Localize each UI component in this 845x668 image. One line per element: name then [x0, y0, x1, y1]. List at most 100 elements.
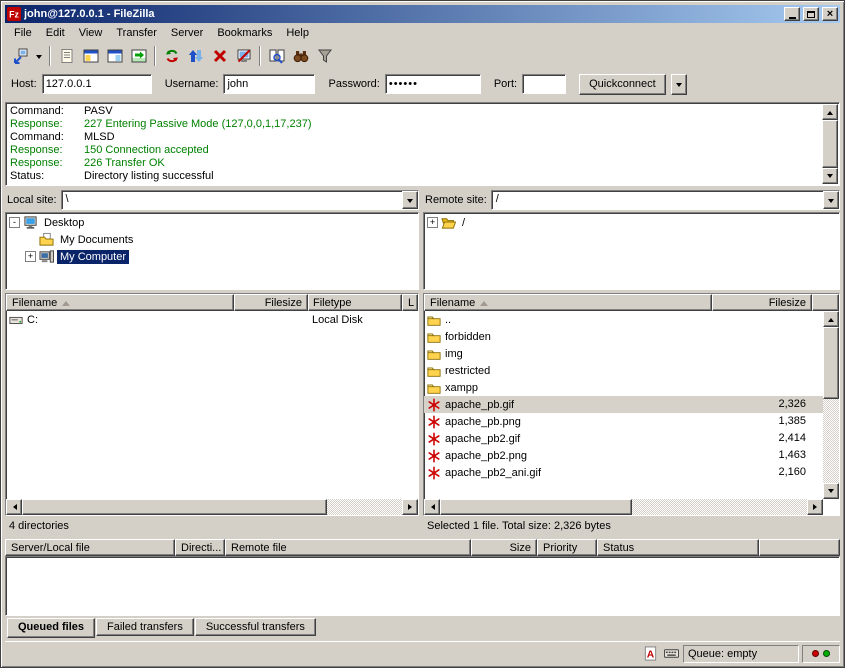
table-row[interactable]: img — [424, 345, 823, 362]
log-vertical-scrollbar[interactable] — [822, 104, 838, 184]
scroll-thumb[interactable] — [822, 120, 838, 168]
menu-edit[interactable]: Edit — [39, 25, 72, 41]
close-icon: × — [827, 9, 833, 20]
scroll-down-button[interactable] — [822, 168, 838, 184]
remote-list-header: Filename Filesize — [424, 294, 839, 311]
filter-button[interactable] — [313, 45, 336, 67]
table-row[interactable]: apache_pb2.gif 2,414 — [424, 430, 823, 447]
table-row[interactable]: xampp — [424, 379, 823, 396]
column-header-size[interactable]: Size — [471, 539, 537, 556]
menu-view[interactable]: View — [72, 25, 110, 41]
column-header-filename[interactable]: Filename — [6, 294, 234, 311]
toggle-queue-button[interactable] — [127, 45, 150, 67]
combo-dropdown-button[interactable] — [402, 191, 418, 209]
scroll-track[interactable] — [823, 399, 839, 483]
table-row[interactable]: C: Local Disk — [6, 311, 418, 328]
remote-vertical-scrollbar[interactable] — [823, 311, 839, 499]
username-input[interactable] — [223, 74, 315, 94]
table-row[interactable]: apache_pb2_ani.gif 2,160 — [424, 464, 823, 481]
find-button[interactable] — [289, 45, 312, 67]
directory-compare-button[interactable] — [265, 45, 288, 67]
column-header-filler — [812, 294, 839, 311]
remote-site-combobox[interactable]: / — [491, 190, 840, 210]
table-row[interactable]: apache_pb2.png 1,463 — [424, 447, 823, 464]
column-header-server-local-file[interactable]: Server/Local file — [5, 539, 175, 556]
file-size — [712, 362, 812, 379]
scroll-thumb[interactable] — [440, 499, 632, 515]
local-horizontal-scrollbar[interactable] — [6, 499, 418, 515]
expand-icon[interactable]: + — [427, 217, 438, 228]
column-header-filesize[interactable]: Filesize — [234, 294, 308, 311]
tab-failed-transfers[interactable]: Failed transfers — [96, 618, 194, 636]
menu-bookmarks[interactable]: Bookmarks — [210, 25, 279, 41]
scroll-thumb[interactable] — [823, 327, 839, 399]
toggle-remote-tree-button[interactable] — [103, 45, 126, 67]
cancel-button[interactable] — [208, 45, 231, 67]
tree-item-my-documents[interactable]: My Documents — [7, 231, 417, 248]
toggle-log-button[interactable] — [55, 45, 78, 67]
arrow-up-icon — [828, 315, 834, 322]
scroll-up-button[interactable] — [823, 311, 839, 327]
remote-horizontal-scrollbar[interactable] — [424, 499, 823, 515]
menu-file[interactable]: File — [7, 25, 39, 41]
menu-help[interactable]: Help — [279, 25, 316, 41]
tab-queued-files[interactable]: Queued files — [7, 618, 95, 638]
menu-transfer[interactable]: Transfer — [109, 25, 164, 41]
column-header-priority[interactable]: Priority — [537, 539, 597, 556]
transfer-type-indicator[interactable] — [641, 645, 659, 663]
column-header-remote-file[interactable]: Remote file — [225, 539, 471, 556]
column-header-direction[interactable]: Directi... — [175, 539, 225, 556]
chevron-down-icon — [36, 55, 42, 62]
quickconnect-button[interactable]: Quickconnect — [579, 74, 666, 95]
queue-body[interactable] — [5, 556, 840, 616]
arrow-down-icon — [828, 489, 834, 496]
minimize-button[interactable] — [784, 7, 800, 21]
disconnect-button[interactable] — [232, 45, 255, 67]
column-header-status[interactable]: Status — [597, 539, 759, 556]
scroll-right-button[interactable] — [807, 499, 823, 515]
scroll-left-button[interactable] — [6, 499, 22, 515]
site-manager-button[interactable] — [8, 45, 31, 67]
maximize-icon — [807, 11, 815, 18]
tab-successful-transfers[interactable]: Successful transfers — [195, 618, 316, 636]
process-queue-button[interactable] — [184, 45, 207, 67]
table-row-selected[interactable]: apache_pb.gif 2,326 — [424, 396, 823, 413]
toggle-local-tree-button[interactable] — [79, 45, 102, 67]
menu-server[interactable]: Server — [164, 25, 210, 41]
scroll-down-button[interactable] — [823, 483, 839, 499]
site-manager-dropdown-button[interactable] — [32, 45, 45, 67]
table-row[interactable]: .. — [424, 311, 823, 328]
table-row[interactable]: apache_pb.png 1,385 — [424, 413, 823, 430]
host-input[interactable] — [42, 74, 152, 94]
scroll-right-button[interactable] — [402, 499, 418, 515]
refresh-button[interactable] — [160, 45, 183, 67]
scroll-track[interactable] — [632, 499, 807, 515]
collapse-icon[interactable]: - — [9, 217, 20, 228]
close-button[interactable]: × — [822, 7, 838, 21]
column-header-lastmodified[interactable]: L — [402, 294, 418, 311]
refresh-icon — [164, 48, 180, 64]
tree-item-root[interactable]: + / — [425, 214, 838, 231]
column-header-filesize[interactable]: Filesize — [712, 294, 812, 311]
tree-item-label: My Computer — [57, 250, 129, 264]
password-input[interactable] — [385, 74, 481, 94]
column-header-filetype[interactable]: Filetype — [308, 294, 402, 311]
maximize-button[interactable] — [803, 7, 819, 21]
table-row[interactable]: forbidden — [424, 328, 823, 345]
combo-dropdown-button[interactable] — [823, 191, 839, 209]
input-indicator[interactable] — [662, 645, 680, 663]
quickconnect-dropdown-button[interactable] — [671, 74, 687, 95]
scroll-thumb[interactable] — [22, 499, 327, 515]
arrow-left-icon — [10, 504, 17, 510]
tree-item-desktop[interactable]: - Desktop — [7, 214, 417, 231]
port-input[interactable] — [522, 74, 566, 94]
scroll-left-button[interactable] — [424, 499, 440, 515]
column-header-filename[interactable]: Filename — [424, 294, 712, 311]
table-row[interactable]: restricted — [424, 362, 823, 379]
scroll-track[interactable] — [327, 499, 402, 515]
local-site-combobox[interactable]: \ — [61, 190, 419, 210]
tree-item-my-computer[interactable]: + My Computer — [7, 248, 417, 265]
expand-icon[interactable]: + — [25, 251, 36, 262]
scroll-up-button[interactable] — [822, 104, 838, 120]
site-manager-icon — [12, 48, 28, 64]
